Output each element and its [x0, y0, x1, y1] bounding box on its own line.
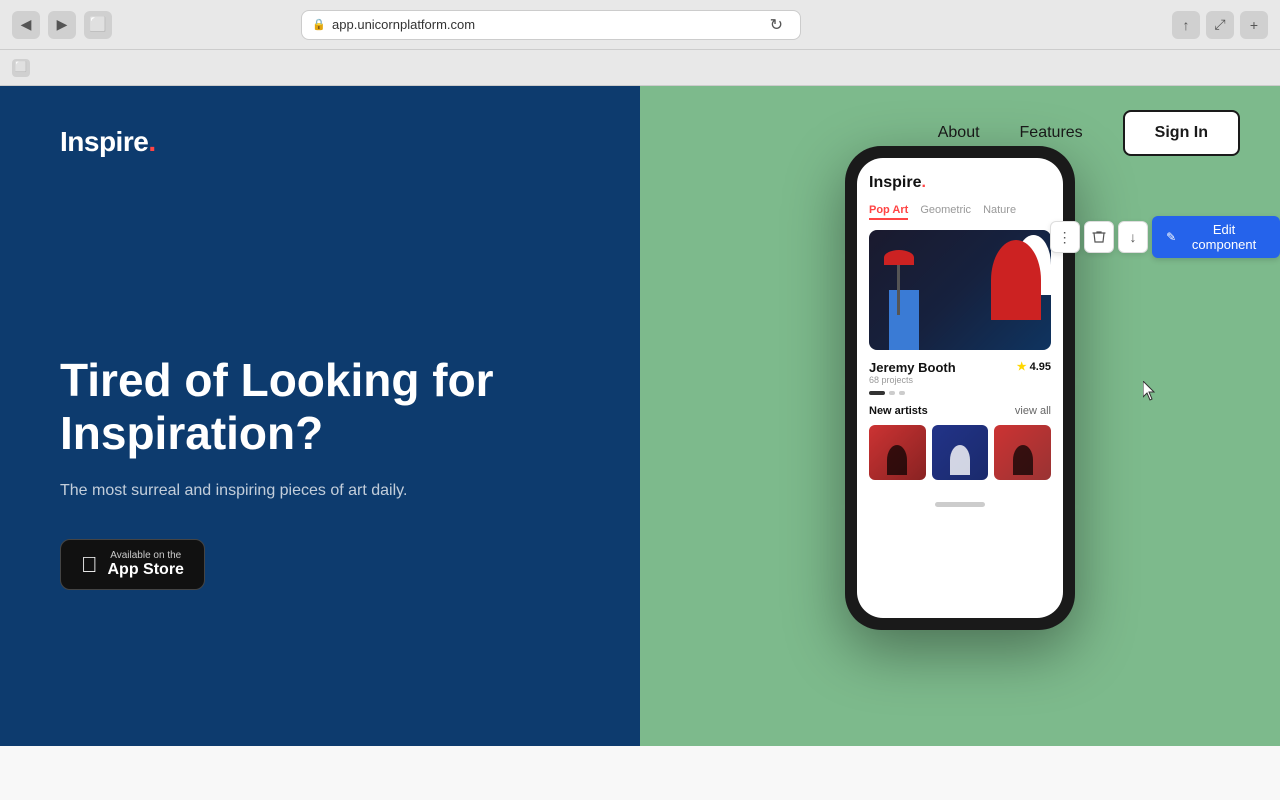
phone-mockup: Inspire. Pop Art Geometric Nature — [845, 146, 1075, 630]
phone-tabs: Pop Art Geometric Nature — [869, 204, 1051, 220]
phone-tab-pop-art[interactable]: Pop Art — [869, 204, 908, 220]
add-tab-button[interactable]: + — [1240, 11, 1268, 39]
apple-icon:  — [81, 552, 98, 578]
app-store-text: Available on the App Store — [108, 550, 184, 579]
reload-button[interactable]: ↻ — [762, 11, 790, 39]
thumb-figure-1 — [887, 445, 907, 475]
phone-tab-geometric[interactable]: Geometric — [920, 204, 971, 220]
phone-new-artists-title: New artists — [869, 405, 928, 417]
forward-button[interactable]: ▶ — [48, 11, 76, 39]
edit-component-label: Edit component — [1182, 222, 1266, 252]
browser-actions: ↑ ⤢ + — [1172, 11, 1268, 39]
left-panel: Inspire. Tired of Looking for Inspiratio… — [0, 86, 640, 746]
phone-art-main — [869, 230, 1051, 350]
url-text: app.unicornplatform.com — [332, 17, 475, 32]
logo-text: Inspire — [60, 126, 148, 157]
dot-1 — [869, 391, 885, 395]
phone-thumbnails — [869, 425, 1051, 480]
phone-app-logo: Inspire. — [869, 174, 1051, 192]
nav-features[interactable]: Features — [1020, 124, 1083, 142]
art-red-shape — [991, 240, 1041, 320]
right-panel: About Features Sign In Inspire. — [640, 86, 1280, 746]
lock-icon: 🔒 — [312, 18, 326, 31]
phone-artist-details: Jeremy Booth 68 projects — [869, 360, 956, 385]
phone-home-bar — [935, 502, 985, 507]
thumbnail-1 — [869, 425, 926, 480]
phone-new-artists-header: New artists view all — [869, 405, 1051, 417]
hero-subtext: The most surreal and inspiring pieces of… — [60, 479, 580, 503]
thumbnail-3 — [994, 425, 1051, 480]
more-options-button[interactable]: ⋮ — [1050, 221, 1080, 253]
move-down-button[interactable]: ↓ — [1118, 221, 1148, 253]
tab-manager-button[interactable]: ⬜ — [84, 11, 112, 39]
phone-notch — [930, 146, 990, 156]
edit-component-button[interactable]: ✎ Edit component — [1152, 216, 1280, 258]
tab-indicator: ⬜ — [12, 59, 30, 77]
mouse-cursor — [1143, 381, 1155, 399]
phone-carousel-dots — [869, 391, 1051, 395]
app-store-small-text: Available on the — [108, 550, 184, 561]
phone-screen-inner: Inspire. Pop Art Geometric Nature — [857, 158, 1063, 492]
star-icon: ★ — [1017, 360, 1027, 373]
phone-artist-projects: 68 projects — [869, 375, 956, 385]
phone-artist-info: Jeremy Booth 68 projects ★ 4.95 — [869, 360, 1051, 385]
thumb-figure-2 — [950, 445, 970, 475]
phone-view-all[interactable]: view all — [1015, 405, 1051, 417]
dot-2 — [889, 391, 895, 395]
phone-artist-name: Jeremy Booth — [869, 360, 956, 375]
phone-screen: Inspire. Pop Art Geometric Nature — [857, 158, 1063, 618]
delete-button[interactable] — [1084, 221, 1114, 253]
sign-in-button[interactable]: Sign In — [1123, 110, 1240, 156]
share-button[interactable]: ↑ — [1172, 11, 1200, 39]
logo-dot: . — [148, 126, 155, 157]
toolbar-popup: ⋮ ↓ ✎ Edit component — [1050, 216, 1280, 258]
address-bar[interactable]: 🔒 app.unicornplatform.com ↻ — [301, 10, 801, 40]
main-content: Inspire. Tired of Looking for Inspiratio… — [0, 86, 1280, 800]
thumb-figure-3 — [1013, 445, 1033, 475]
hero-text-block: Tired of Looking for Inspiration? The mo… — [60, 158, 580, 706]
app-store-large-text: App Store — [108, 561, 184, 579]
hero-section: Inspire. Tired of Looking for Inspiratio… — [0, 86, 1280, 746]
art-blue-rect — [889, 290, 919, 350]
phone-tab-nature[interactable]: Nature — [983, 204, 1016, 220]
nav-about[interactable]: About — [938, 124, 980, 142]
browser-chrome: ◀ ▶ ⬜ 🔒 app.unicornplatform.com ↻ ↑ ⤢ + — [0, 0, 1280, 50]
bottom-section — [0, 746, 1280, 800]
phone-frame: Inspire. Pop Art Geometric Nature — [845, 146, 1075, 630]
logo: Inspire. — [60, 126, 580, 158]
art-pole — [897, 265, 900, 315]
dot-3 — [899, 391, 905, 395]
hero-heading: Tired of Looking for Inspiration? — [60, 354, 580, 460]
phone-rating: ★ 4.95 — [1017, 360, 1051, 373]
fullscreen-button[interactable]: ⤢ — [1206, 11, 1234, 39]
edit-icon: ✎ — [1166, 230, 1176, 244]
app-store-button[interactable]:  Available on the App Store — [60, 539, 205, 590]
tab-bar: ⬜ — [0, 50, 1280, 86]
thumbnail-2 — [932, 425, 989, 480]
art-umbrella — [884, 250, 914, 265]
back-button[interactable]: ◀ — [12, 11, 40, 39]
